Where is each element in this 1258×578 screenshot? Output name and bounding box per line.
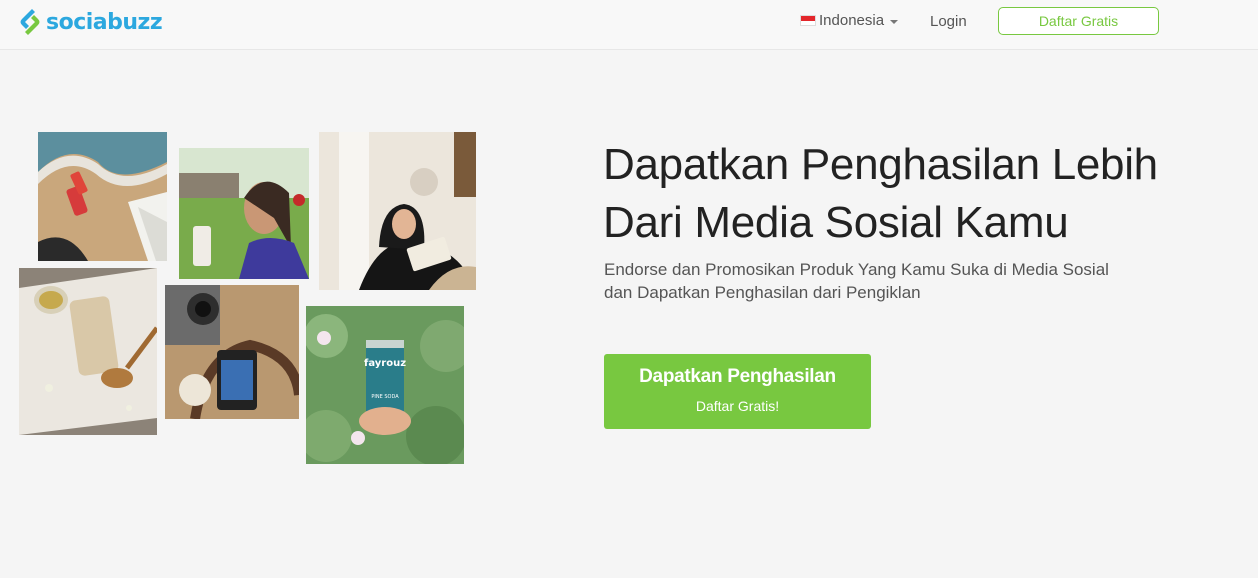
earn-money-button[interactable]: Dapatkan Penghasilan Daftar Gratis!: [604, 354, 871, 429]
soda-can-photo: fayrouz PINE SODA: [306, 306, 464, 464]
language-selector[interactable]: Indonesia: [800, 12, 899, 29]
logo-text: sociabuzz: [46, 9, 163, 35]
woman-product-photo: [179, 148, 309, 279]
login-link[interactable]: Login: [930, 13, 967, 30]
hero-headline: Dapatkan Penghasilan Lebih Dari Media So…: [603, 136, 1203, 252]
camera-phone-photo: [165, 285, 299, 419]
headline-line-1: Dapatkan Penghasilan Lebih: [603, 140, 1158, 189]
hero-subtitle: Endorse dan Promosikan Produk Yang Kamu …: [604, 258, 1164, 304]
signup-button[interactable]: Daftar Gratis: [998, 7, 1159, 35]
can-label-brand: fayrouz: [364, 358, 406, 369]
cta-title: Dapatkan Penghasilan: [639, 366, 836, 387]
hijab-woman-photo: [319, 132, 476, 290]
sociabuzz-logo[interactable]: sociabuzz: [18, 7, 163, 37]
beach-photo: [38, 132, 167, 261]
cta-subtitle: Daftar Gratis!: [695, 398, 780, 414]
phone-tea-photo: [19, 268, 157, 435]
subtitle-line-2: dan Dapatkan Penghasilan dari Pengiklan: [604, 283, 921, 302]
can-label-flavor: PINE SODA: [371, 394, 399, 400]
indonesia-flag-icon: [800, 15, 816, 26]
headline-line-2: Dari Media Sosial Kamu: [603, 198, 1069, 247]
language-label: Indonesia: [819, 12, 885, 29]
subtitle-line-1: Endorse dan Promosikan Produk Yang Kamu …: [604, 260, 1109, 279]
top-navbar: sociabuzz Indonesia Login Daftar Gratis: [0, 0, 1258, 50]
caret-down-icon: [890, 19, 899, 24]
logo-icon: [20, 9, 40, 35]
